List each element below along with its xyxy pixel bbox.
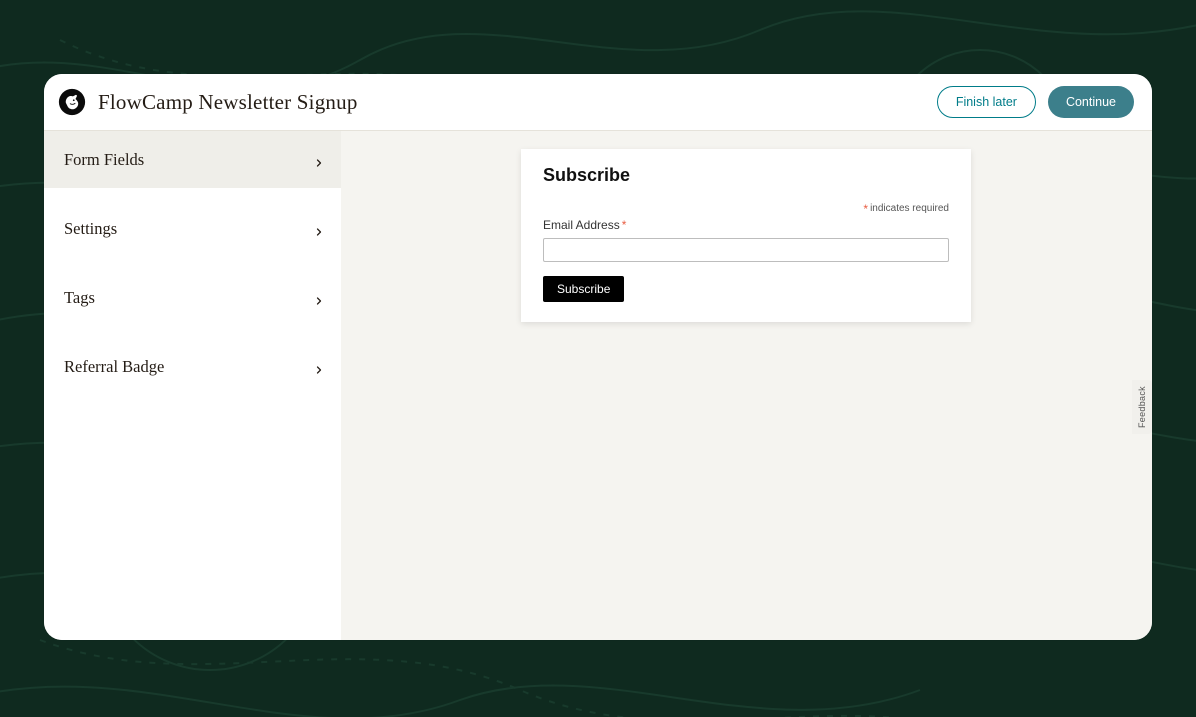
feedback-tab[interactable]: Feedback	[1132, 380, 1152, 434]
email-field-label: Email Address*	[543, 218, 949, 232]
email-label-text: Email Address	[543, 218, 620, 232]
header: FlowCamp Newsletter Signup Finish later …	[44, 74, 1152, 131]
form-title: Subscribe	[543, 165, 949, 186]
canvas: Subscribe *indicates required Email Addr…	[341, 131, 1152, 640]
sidebar-item-label: Tags	[64, 288, 95, 308]
body: Form Fields Settings Tags Referral Badge	[44, 131, 1152, 640]
header-actions: Finish later Continue	[937, 86, 1134, 118]
sidebar-item-form-fields[interactable]: Form Fields	[44, 131, 341, 188]
chevron-right-icon	[313, 223, 325, 235]
required-note-text: indicates required	[870, 203, 949, 214]
sidebar-item-label: Settings	[64, 219, 117, 239]
required-star-icon: *	[622, 218, 627, 232]
chevron-right-icon	[313, 292, 325, 304]
sidebar: Form Fields Settings Tags Referral Badge	[44, 131, 341, 640]
email-input[interactable]	[543, 238, 949, 262]
continue-button[interactable]: Continue	[1048, 86, 1134, 118]
required-indicator-note: *indicates required	[543, 200, 949, 214]
sidebar-item-referral-badge[interactable]: Referral Badge	[44, 338, 341, 395]
finish-later-button[interactable]: Finish later	[937, 86, 1036, 118]
sidebar-item-label: Referral Badge	[64, 357, 164, 377]
subscribe-button[interactable]: Subscribe	[543, 276, 624, 302]
required-star-icon: *	[863, 202, 868, 216]
brand: FlowCamp Newsletter Signup	[58, 88, 937, 116]
chevron-right-icon	[313, 361, 325, 373]
subscribe-form-card: Subscribe *indicates required Email Addr…	[521, 149, 971, 322]
page-title: FlowCamp Newsletter Signup	[98, 90, 358, 115]
mailchimp-logo-icon	[58, 88, 86, 116]
sidebar-item-settings[interactable]: Settings	[44, 200, 341, 257]
sidebar-item-tags[interactable]: Tags	[44, 269, 341, 326]
app-window: FlowCamp Newsletter Signup Finish later …	[44, 74, 1152, 640]
sidebar-item-label: Form Fields	[64, 150, 144, 170]
chevron-right-icon	[313, 154, 325, 166]
